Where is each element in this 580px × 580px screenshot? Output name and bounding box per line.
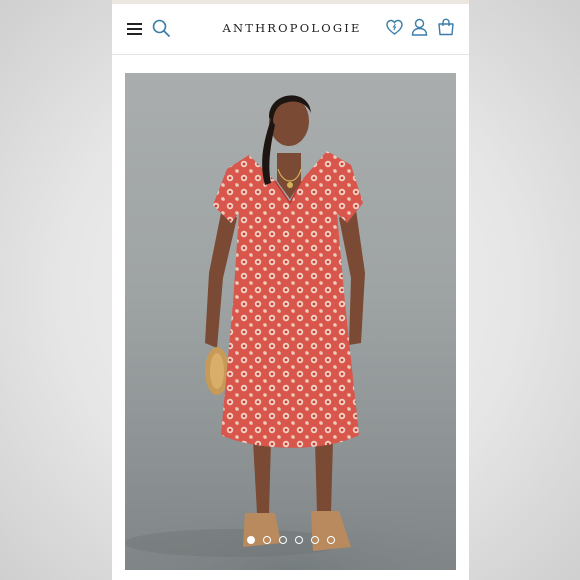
mobile-page: ANTHROPOLOGIE: [112, 0, 469, 580]
carousel-indicators: [125, 536, 456, 544]
carousel-dot-1[interactable]: [246, 536, 255, 544]
carousel-dot-2[interactable]: [262, 536, 271, 544]
carousel-dot-4[interactable]: [294, 536, 303, 544]
product-image[interactable]: [125, 73, 456, 570]
search-icon[interactable]: [152, 19, 170, 37]
carousel-dot-6[interactable]: [326, 536, 335, 544]
account-icon[interactable]: [411, 18, 428, 36]
wishlist-heart-icon[interactable]: [386, 19, 403, 36]
menu-icon[interactable]: [127, 22, 143, 36]
carousel-dot-5[interactable]: [310, 536, 319, 544]
model-illustration: [125, 95, 456, 570]
site-header: ANTHROPOLOGIE: [112, 4, 469, 55]
brand-logo[interactable]: ANTHROPOLOGIE: [182, 21, 402, 35]
carousel-dot-3[interactable]: [278, 536, 287, 544]
shopping-bag-icon[interactable]: [437, 18, 455, 36]
